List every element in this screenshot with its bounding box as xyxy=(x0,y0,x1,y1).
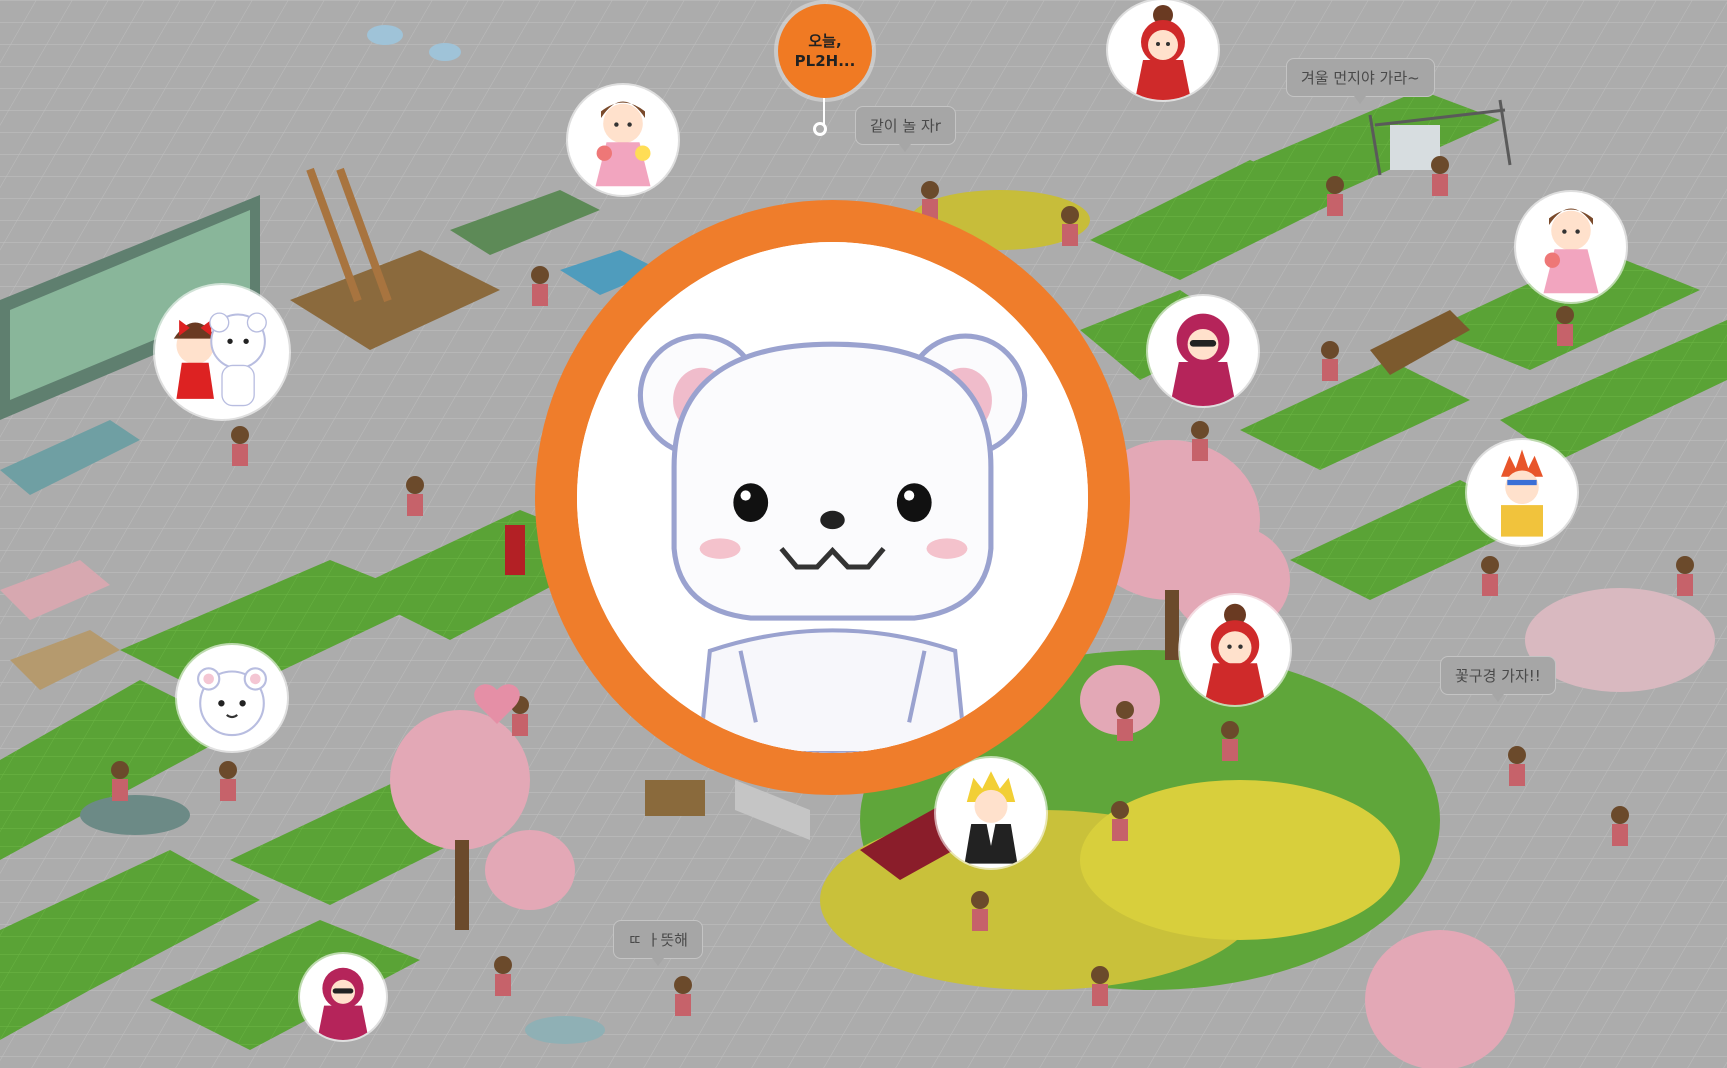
boy-blonde-tuxedo-icon xyxy=(964,771,1018,864)
speech-bubble-warm: ㄸ ㅏ뜻해 xyxy=(613,920,703,966)
girl-red-hood-icon xyxy=(1204,603,1266,705)
boy-flame-hair-icon xyxy=(1501,449,1543,537)
girl-hijab-sunglasses-icon xyxy=(317,967,369,1040)
pin-anchor-dot xyxy=(813,122,827,136)
avatar-girl-red-hood[interactable] xyxy=(1108,0,1218,100)
girl-red-hood-icon xyxy=(1135,5,1191,100)
girl-pink-dress-icon xyxy=(595,101,651,187)
avatar-hijab-sunglasses-lower[interactable] xyxy=(300,954,386,1040)
avatar-girl-flowers[interactable] xyxy=(568,85,678,195)
bear-with-girl-icon xyxy=(173,312,267,407)
speech-bubble-together: 같이 놀 자r xyxy=(855,106,956,152)
avatar-boy-flame-hair[interactable] xyxy=(1467,440,1577,545)
white-bear-icon xyxy=(577,242,1088,753)
featured-avatar[interactable] xyxy=(577,242,1088,753)
avatar-small-bear[interactable] xyxy=(177,645,287,751)
avatar-boy-tuxedo[interactable] xyxy=(936,758,1046,868)
notification-pin[interactable]: 오늘, PL2H... xyxy=(778,4,872,98)
speech-bubble-flower: 꽃구경 가자!! xyxy=(1440,656,1556,702)
avatar-girl-red-hood-lower[interactable] xyxy=(1180,595,1290,705)
avatar-girl-flowers-right[interactable] xyxy=(1516,192,1626,302)
girl-pink-dress-icon xyxy=(1543,208,1599,294)
avatar-bear-and-girl[interactable] xyxy=(155,285,289,419)
avatar-hijab-sunglasses[interactable] xyxy=(1148,296,1258,406)
girl-hijab-sunglasses-icon xyxy=(1170,313,1236,406)
white-bear-icon xyxy=(197,667,267,737)
pin-stem xyxy=(823,98,825,124)
notification-label: 오늘, PL2H... xyxy=(794,31,856,70)
speech-bubble-dust: 겨울 먼지야 가라~ xyxy=(1286,58,1435,104)
